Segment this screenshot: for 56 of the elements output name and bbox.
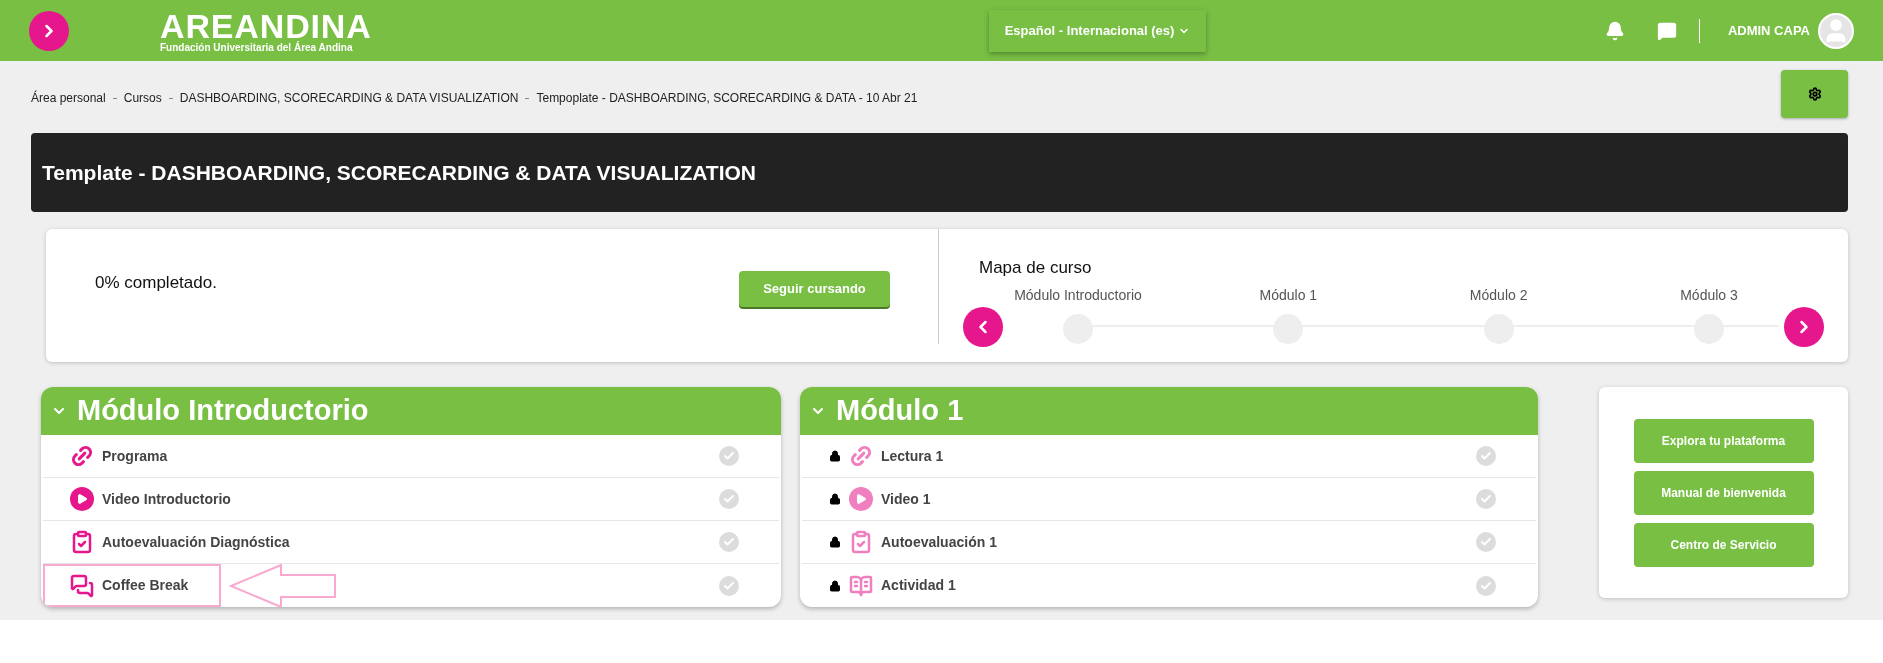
activity-label: Autoevaluación Diagnóstica <box>102 532 290 552</box>
next-button[interactable] <box>1784 306 1824 347</box>
module-title: Módulo 1 <box>836 393 964 429</box>
activity-link[interactable]: Video Introductorio <box>43 478 243 520</box>
step-label: Módulo Introductorio <box>1014 286 1142 305</box>
lock-icon <box>829 493 841 505</box>
play-icon <box>849 487 873 511</box>
breadcrumb-link[interactable]: Área personal <box>31 89 106 107</box>
document-icon <box>849 573 873 598</box>
lock-icon <box>829 536 841 548</box>
notifications-icon[interactable] <box>1604 20 1625 41</box>
play-icon <box>70 487 94 511</box>
completion-check-icon[interactable] <box>1476 532 1496 552</box>
completion-check-icon[interactable] <box>1476 446 1496 466</box>
lock-icon <box>829 450 841 462</box>
activity-label: Coffee Break <box>102 576 189 595</box>
activity-label: Autoevaluación 1 <box>881 532 997 552</box>
activity-label: Lectura 1 <box>881 446 944 466</box>
activity-link[interactable]: Autoevaluación 1 <box>802 521 1009 563</box>
activity-label: Actividad 1 <box>881 576 956 595</box>
highlighted-activity-link[interactable]: Coffee Break <box>43 564 221 607</box>
completion-check-icon[interactable] <box>1476 489 1496 509</box>
breadcrumb-link[interactable]: Tempoplate - DASHBOARDING, SCORECARDING & DATA - 10 Abr 21 <box>536 89 918 107</box>
sidebar-toggle[interactable] <box>29 10 69 51</box>
activity-link[interactable]: Autoevaluación Diagnóstica <box>43 521 302 563</box>
settings-icon <box>1807 87 1822 101</box>
completion-check-icon[interactable] <box>719 575 739 596</box>
completion-check-icon[interactable] <box>1476 575 1496 596</box>
clipboard-check-icon <box>849 530 873 554</box>
messages-icon[interactable] <box>1656 20 1677 41</box>
lock-icon <box>829 579 841 592</box>
breadcrumb-link[interactable]: Cursos <box>123 89 162 107</box>
progress-text: 0% completado. <box>95 272 217 294</box>
completion-check-icon[interactable] <box>719 446 739 466</box>
logo-subtitle: Fundación Universitaria del Área Andina <box>160 42 354 53</box>
completion-check-icon[interactable] <box>719 489 739 509</box>
completion-check-icon[interactable] <box>719 532 739 552</box>
course-title: Template - DASHBOARDING, SCORECARDING & DATA VISUALIZATION <box>42 159 756 186</box>
previous-button[interactable] <box>963 306 1003 347</box>
clipboard-check-icon <box>70 530 94 554</box>
step-label: Módulo 1 <box>1259 286 1318 305</box>
settings-button[interactable] <box>1781 70 1848 118</box>
activity-label: Video 1 <box>881 489 931 509</box>
activity-label: Video Introductorio <box>102 489 231 509</box>
step-label: Módulo 3 <box>1680 286 1738 305</box>
activity-link[interactable]: Actividad 1 <box>802 564 968 607</box>
course-map-title: Mapa de curso <box>979 257 1093 279</box>
avatar[interactable] <box>1818 12 1854 49</box>
module-title: Módulo Introductorio <box>77 393 369 429</box>
step-label: Módulo 2 <box>1469 286 1528 305</box>
activity-link[interactable]: Lectura 1 <box>802 435 956 477</box>
activity-link[interactable]: Video 1 <box>802 478 943 520</box>
activity-label: Programa <box>102 446 168 466</box>
chat-bubbles-icon <box>70 573 94 598</box>
activity-link[interactable]: Programa <box>43 435 180 477</box>
breadcrumb-link[interactable]: DASHBOARDING, SCORECARDING & DATA VISUALIZATION <box>179 89 519 107</box>
